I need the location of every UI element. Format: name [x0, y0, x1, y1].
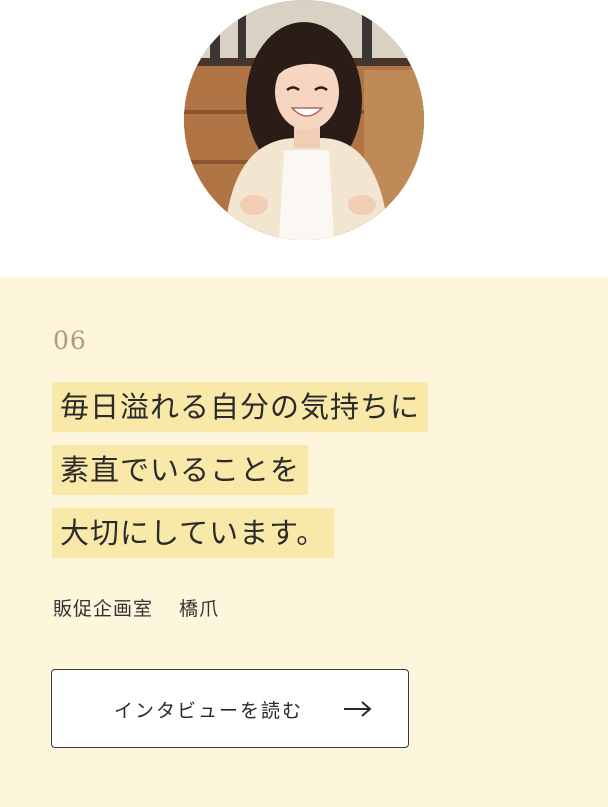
read-interview-label: インタビューを読む [114, 700, 304, 722]
headline-line: 素直でいることを [52, 445, 309, 495]
arrow-right-icon [343, 699, 373, 723]
read-interview-button[interactable]: インタビューを読む [51, 669, 409, 748]
headline: 毎日溢れる自分の気持ちに 素直でいることを 大切にしています。 [52, 382, 429, 571]
headline-line: 毎日溢れる自分の気持ちに [52, 382, 429, 432]
department-label: 販促企画室 [53, 598, 154, 620]
headline-line: 大切にしています。 [52, 508, 335, 558]
staff-name: 橋爪 [179, 598, 220, 620]
portrait-photo [184, 0, 424, 240]
staff-info: 販促企画室 橋爪 [53, 594, 219, 621]
photo-section [0, 0, 608, 277]
interview-number: 06 [53, 326, 87, 355]
interview-card: 06 毎日溢れる自分の気持ちに 素直でいることを 大切にしています。 販促企画室… [0, 277, 608, 807]
